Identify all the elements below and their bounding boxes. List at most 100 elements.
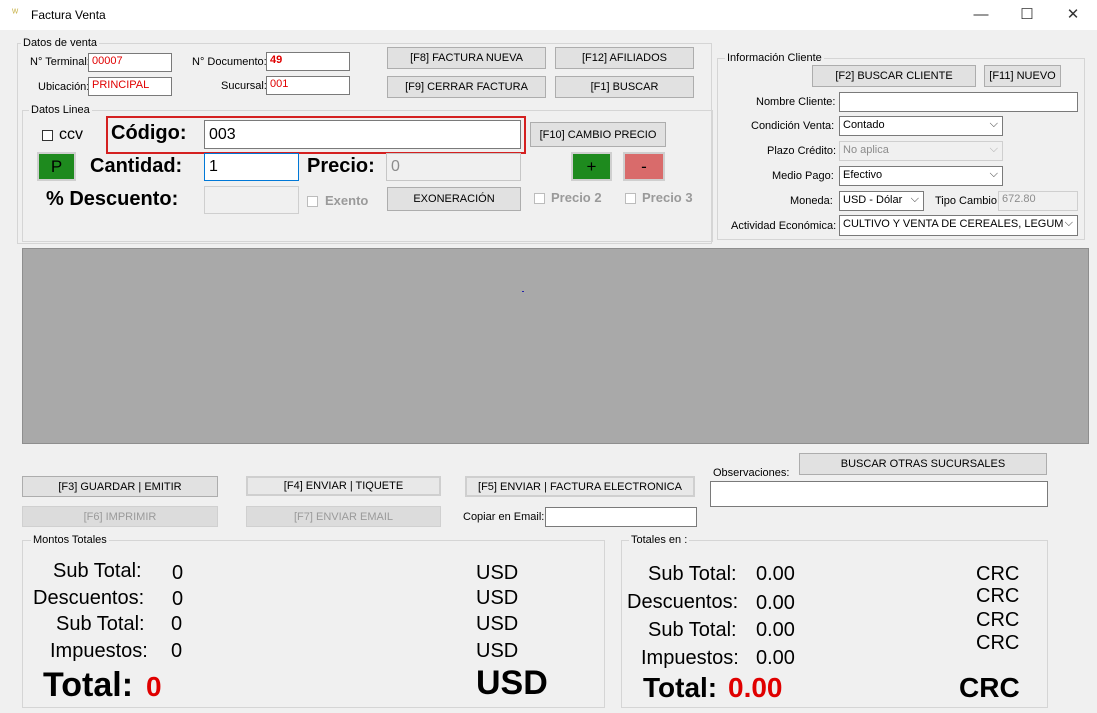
cantidad-input[interactable]: 1 <box>204 153 299 181</box>
tipo-cambio-label: Tipo Cambio: <box>935 195 1001 207</box>
factura-nueva-button[interactable]: [F8] FACTURA NUEVA <box>387 47 546 69</box>
p-button[interactable]: P <box>37 152 76 181</box>
buscar-button[interactable]: [F1] BUSCAR <box>555 76 694 98</box>
montos-total: 0 <box>146 671 162 702</box>
montos-subtotal-label: Sub Total: <box>53 560 142 582</box>
montos-total-label: Total: <box>43 666 134 704</box>
currency-crc-2: CRC <box>976 585 1020 607</box>
condicion-label: Condición Venta: <box>751 120 835 132</box>
condicion-select[interactable]: Contado ⌵ <box>839 116 1003 136</box>
terminal-label: N° Terminal: <box>30 56 90 68</box>
montos-subtotal2: 0 <box>171 613 183 635</box>
precio-label: Precio: <box>307 155 375 177</box>
ubicacion-label: Ubicación: <box>38 81 90 93</box>
exento-checkbox[interactable] <box>307 196 318 207</box>
cerrar-factura-button[interactable]: [F9] CERRAR FACTURA <box>387 76 546 98</box>
precio-input[interactable]: 0 <box>386 153 521 181</box>
currency-crc-4: CRC <box>976 632 1020 654</box>
afiliados-button[interactable]: [F12] AFILIADOS <box>555 47 694 69</box>
totales-impuestos: 0.00 <box>756 647 795 669</box>
chevron-down-icon: ⌵ <box>1064 217 1073 229</box>
precio3-checkbox[interactable] <box>625 193 636 204</box>
nombre-label: Nombre Cliente: <box>756 96 836 108</box>
remove-line-button[interactable]: - <box>623 152 665 181</box>
totales-subtotal: 0.00 <box>756 563 795 585</box>
guardar-button[interactable]: [F3] GUARDAR | EMITIR <box>22 476 218 497</box>
totales-total: 0.00 <box>728 672 783 703</box>
cambio-precio-button[interactable]: [F10] CAMBIO PRECIO <box>530 122 666 147</box>
precio2-label: Precio 2 <box>551 190 602 205</box>
title-bar <box>0 0 1097 30</box>
actividad-label: Actividad Económica: <box>731 220 837 232</box>
descuento-input[interactable] <box>204 186 299 214</box>
actividad-value: CULTIVO Y VENTA DE CEREALES, LEGUM <box>843 218 1064 230</box>
buscar-sucursales-button[interactable]: BUSCAR OTRAS SUCURSALES <box>799 453 1047 475</box>
actividad-select[interactable]: CULTIVO Y VENTA DE CEREALES, LEGUM ⌵ <box>839 215 1078 236</box>
cliente-title: Información Cliente <box>725 52 824 64</box>
maximize-button[interactable]: ☐ <box>1004 0 1050 30</box>
moneda-label: Moneda: <box>790 195 833 207</box>
datos-linea-title: Datos Linea <box>29 104 92 116</box>
items-grid[interactable] <box>22 248 1089 444</box>
plazo-select[interactable]: No aplica ⌵ <box>839 141 1003 161</box>
codigo-label: Código: <box>111 122 187 144</box>
observaciones-input[interactable] <box>710 481 1048 507</box>
currency-crc-1: CRC <box>976 563 1020 585</box>
montos-subtotal: 0 <box>172 562 184 584</box>
minimize-button[interactable]: — <box>958 0 1004 30</box>
chevron-down-icon: ⌵ <box>989 118 998 130</box>
currency-usd-total: USD <box>476 664 548 702</box>
totales-subtotal2: 0.00 <box>756 619 795 641</box>
totales-descuentos: 0.00 <box>756 592 795 614</box>
app-icon: ᵂ <box>12 8 19 19</box>
exento-label: Exento <box>325 193 369 208</box>
imprimir-button[interactable]: [F6] IMPRIMIR <box>22 506 218 527</box>
montos-impuestos: 0 <box>171 640 183 662</box>
totales-descuentos-label: Descuentos: <box>627 591 739 613</box>
buscar-cliente-button[interactable]: [F2] BUSCAR CLIENTE <box>812 65 976 87</box>
nuevo-cliente-button[interactable]: [F11] NUEVO <box>984 65 1061 87</box>
precio2-checkbox[interactable] <box>534 193 545 204</box>
enviar-email-button[interactable]: [F7] ENVIAR EMAIL <box>246 506 441 527</box>
enviar-tiquete-button[interactable]: [F4] ENVIAR | TIQUETE <box>246 476 441 496</box>
moneda-select[interactable]: USD - Dólar ⌵ <box>839 191 924 211</box>
currency-crc-3: CRC <box>976 609 1020 631</box>
grid-dot <box>522 291 524 292</box>
totales-impuestos-label: Impuestos: <box>641 647 739 669</box>
ubicacion-field[interactable]: PRINCIPAL <box>88 77 172 96</box>
medio-select[interactable]: Efectivo ⌵ <box>839 166 1003 186</box>
nombre-input[interactable] <box>839 92 1078 112</box>
exoneracion-button[interactable]: EXONERACIÓN <box>387 187 521 211</box>
ccv-label: ccv <box>59 126 83 143</box>
documento-field[interactable]: 49 <box>266 52 350 71</box>
precio3-label: Precio 3 <box>642 190 693 205</box>
add-line-button[interactable]: + <box>571 152 612 181</box>
chevron-down-icon: ⌵ <box>910 193 919 205</box>
sucursal-field[interactable]: 001 <box>266 76 350 95</box>
totales-title: Totales en : <box>629 534 690 546</box>
copiar-email-label: Copiar en Email: <box>463 511 545 523</box>
plazo-value: No aplica <box>843 144 889 156</box>
chevron-down-icon: ⌵ <box>989 168 998 180</box>
window-title: Factura Venta <box>31 8 106 22</box>
terminal-field[interactable]: 00007 <box>88 53 172 72</box>
cantidad-label: Cantidad: <box>90 155 183 177</box>
codigo-input[interactable]: 003 <box>204 120 521 149</box>
montos-title: Montos Totales <box>31 534 109 546</box>
plazo-label: Plazo Crédito: <box>767 145 837 157</box>
observaciones-label: Observaciones: <box>713 467 790 479</box>
montos-impuestos-label: Impuestos: <box>50 640 148 662</box>
currency-usd-1: USD <box>476 562 519 584</box>
totales-subtotal2-label: Sub Total: <box>648 619 737 641</box>
descuento-label: % Descuento: <box>46 188 179 210</box>
datos-venta-title: Datos de venta <box>21 37 99 49</box>
ccv-checkbox[interactable] <box>42 130 53 141</box>
montos-descuentos: 0 <box>172 588 184 610</box>
enviar-factura-button[interactable]: [F5] ENVIAR | FACTURA ELECTRONICA <box>465 476 695 497</box>
tipo-cambio-field[interactable]: 672.80 <box>998 191 1078 211</box>
medio-value: Efectivo <box>843 169 883 181</box>
currency-usd-4: USD <box>476 640 519 662</box>
close-button[interactable]: ✕ <box>1050 0 1096 30</box>
copiar-email-input[interactable] <box>545 507 697 527</box>
medio-label: Medio Pago: <box>772 170 834 182</box>
